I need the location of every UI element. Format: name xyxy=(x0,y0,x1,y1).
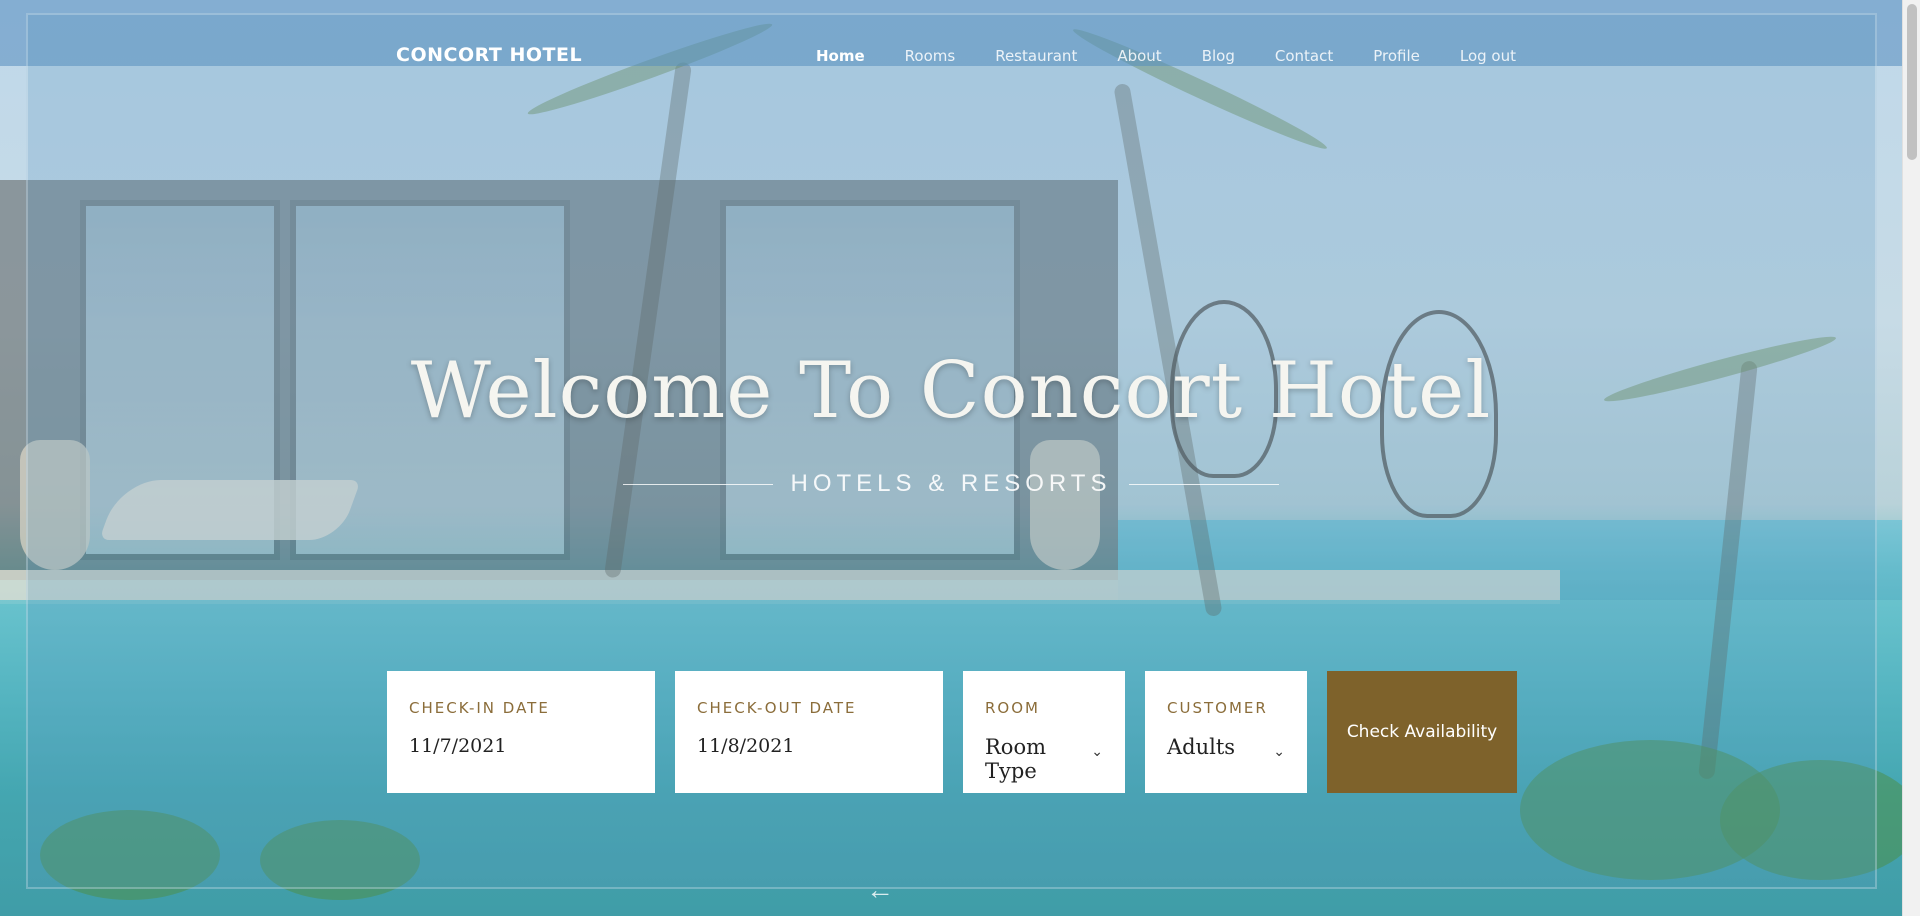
checkout-field[interactable]: CHECK-OUT DATE 11/8/2021 xyxy=(675,671,943,793)
hero-subtitle-row: HOTELS & RESORTS xyxy=(0,470,1902,498)
customer-select[interactable]: CUSTOMER Adults ⌄ xyxy=(1145,671,1307,793)
page-scrollbar[interactable] xyxy=(1902,0,1920,916)
room-value[interactable]: Room Type xyxy=(985,735,1103,783)
room-select[interactable]: ROOM Room Type ⌄ xyxy=(963,671,1125,793)
main-nav: Home Rooms Restaurant About Blog Contact… xyxy=(816,47,1556,65)
chevron-down-icon: ⌄ xyxy=(1273,743,1285,759)
nav-rooms[interactable]: Rooms xyxy=(905,47,956,65)
nav-blog[interactable]: Blog xyxy=(1202,47,1235,65)
checkout-label: CHECK-OUT DATE xyxy=(697,699,857,717)
subtitle-divider-left xyxy=(622,483,773,485)
nav-restaurant[interactable]: Restaurant xyxy=(995,47,1077,65)
nav-contact[interactable]: Contact xyxy=(1275,47,1333,65)
hero-subtitle: HOTELS & RESORTS xyxy=(790,470,1112,497)
arrow-left-icon[interactable]: ← xyxy=(866,874,894,906)
booking-form: CHECK-IN DATE 11/7/2021 CHECK-OUT DATE 1… xyxy=(387,671,1517,793)
chevron-down-icon: ⌄ xyxy=(1091,743,1103,759)
brand-logo[interactable]: CONCORT HOTEL xyxy=(396,44,582,66)
checkin-value[interactable]: 11/7/2021 xyxy=(409,735,633,757)
hero-title: Welcome To Concort Hotel xyxy=(410,346,1492,436)
nav-home[interactable]: Home xyxy=(816,47,865,65)
check-availability-button[interactable]: Check Availability xyxy=(1327,671,1517,793)
scrollbar-thumb[interactable] xyxy=(1907,4,1917,160)
nav-about[interactable]: About xyxy=(1117,47,1161,65)
room-label: ROOM xyxy=(985,699,1040,717)
customer-label: CUSTOMER xyxy=(1167,699,1268,717)
checkin-label: CHECK-IN DATE xyxy=(409,699,550,717)
nav-profile[interactable]: Profile xyxy=(1373,47,1420,65)
checkout-value[interactable]: 11/8/2021 xyxy=(697,735,921,757)
subtitle-divider-right xyxy=(1129,483,1280,485)
nav-logout[interactable]: Log out xyxy=(1460,47,1516,65)
checkin-field[interactable]: CHECK-IN DATE 11/7/2021 xyxy=(387,671,655,793)
customer-value[interactable]: Adults xyxy=(1167,735,1285,759)
